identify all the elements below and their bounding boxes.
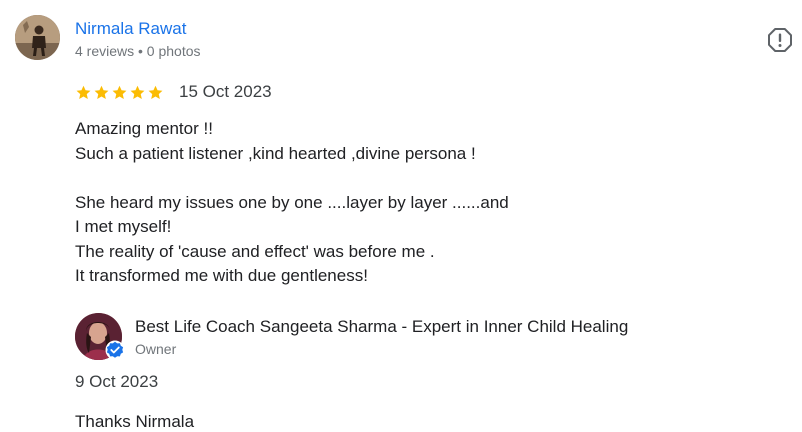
review-date: 15 Oct 2023	[179, 82, 272, 101]
reply-date: 9 Oct 2023	[75, 372, 159, 391]
star-rating	[75, 84, 164, 101]
owner-name[interactable]: Best Life Coach Sangeeta Sharma - Expert…	[135, 317, 628, 337]
rating-row: 15 Oct 2023	[75, 82, 272, 102]
review-text-line: Such a patient listener ,kind hearted ,d…	[75, 143, 476, 163]
star-icon	[76, 85, 91, 99]
star-icon	[148, 85, 163, 99]
review-card: Nirmala Rawat 4 reviews • 0 photos 15 Oc…	[0, 0, 802, 432]
review-text: Amazing mentor !! Such a patient listener…	[75, 117, 775, 289]
owner-role-label: Owner	[135, 341, 177, 357]
reviewer-meta: 4 reviews • 0 photos	[75, 43, 201, 59]
review-text-line: It transformed me with due gentleness!	[75, 266, 368, 285]
verified-badge-icon	[105, 340, 125, 360]
review-text-line: I met myself!	[75, 217, 172, 236]
report-icon[interactable]	[766, 26, 794, 54]
review-text-line: The reality of 'cause and effect' was be…	[75, 241, 435, 261]
reviewer-name[interactable]: Nirmala Rawat	[75, 19, 186, 39]
star-icon	[130, 85, 145, 99]
owner-avatar[interactable]	[75, 313, 125, 360]
review-text-line	[75, 166, 775, 191]
review-text-line: Amazing mentor !!	[75, 119, 213, 138]
star-icon	[112, 85, 127, 99]
reviewer-avatar[interactable]	[15, 15, 60, 60]
star-icon	[94, 85, 109, 99]
review-text-line: She heard my issues one by one ....layer…	[75, 192, 509, 212]
reply-text: Thanks Nirmala	[75, 412, 195, 431]
